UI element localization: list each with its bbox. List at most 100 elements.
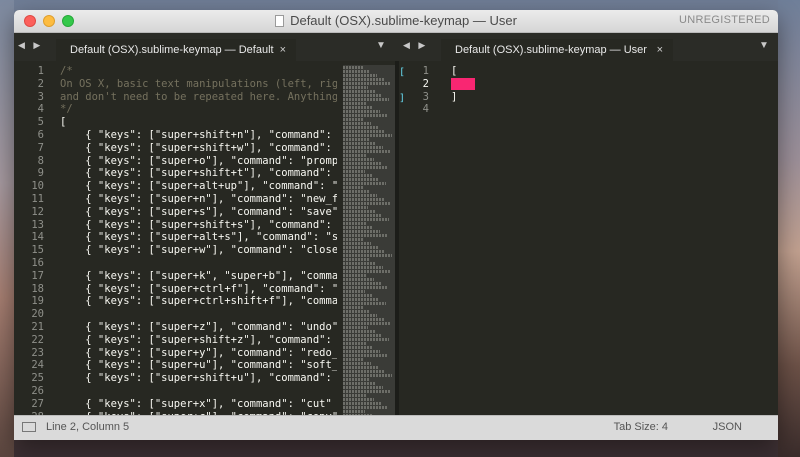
minimap-line [343, 386, 383, 389]
minimap-line [343, 278, 374, 281]
code-view[interactable]: [] [451, 65, 740, 416]
minimap-line [343, 250, 385, 253]
minimap-line [343, 226, 373, 229]
minimap-line [343, 334, 382, 337]
line-number: 19 [31, 295, 44, 308]
panel-toggle-icon[interactable] [22, 422, 36, 432]
tab-default-keymap-label: Default (OSX).sublime-keymap — Default [70, 44, 274, 56]
unregistered-badge: UNREGISTERED [679, 14, 770, 26]
minimap-line [343, 286, 388, 289]
left-editor-pane[interactable]: 1 2 3 4 5 6 7 8 9 10 11 12 13 14 15 16 17 18 19 20 21 22 23 24 2… [14, 61, 395, 416]
right-editor-pane[interactable]: [ ] 1234 [] [399, 61, 778, 416]
tab-size-selector[interactable]: Tab Size: 4 [614, 421, 668, 433]
minimap-line [343, 370, 385, 373]
line-number: 8 [37, 154, 44, 167]
line-number: 20 [31, 308, 44, 321]
minimap-line [343, 78, 384, 81]
line-number-gutter: 1234 [405, 65, 437, 416]
line-number: 10 [31, 180, 44, 193]
minimap-line [343, 214, 382, 217]
minimap-line [343, 258, 369, 261]
code-line: { "keys": ["super+shift+n"], "command": … [85, 128, 332, 141]
tab-close-icon[interactable]: × [657, 39, 663, 61]
minimap-line [343, 382, 376, 385]
left-pane-tabs: ◀ ▶ Default (OSX).sublime-keymap — Defau… [14, 33, 395, 61]
minimap-line [343, 402, 381, 405]
line-number-gutter: 1 2 3 4 5 6 7 8 9 10 11 12 13 14 15 16 17 18 19 20 21 22 23 24 2… [14, 65, 52, 416]
code-line [451, 77, 740, 91]
window-title-text: Default (OSX).sublime-keymap — User [290, 13, 517, 28]
line-number: 25 [31, 372, 44, 385]
cursor-highlight [451, 77, 475, 90]
minimap-line [343, 398, 374, 401]
tab-nav-arrows-icon[interactable]: ◀ ▶ [403, 40, 428, 51]
minimap-line [343, 174, 372, 177]
minimap-line [343, 238, 364, 241]
minimap-line [343, 378, 369, 381]
line-number: 3 [422, 90, 429, 103]
minimap-line [343, 162, 381, 165]
minimap-line [343, 190, 370, 193]
line-number: 26 [31, 384, 44, 397]
minimap-line [343, 210, 375, 213]
code-view[interactable]: /* On OS X, basic text manipulations (lef… [60, 65, 337, 416]
code-line: [ [60, 116, 67, 129]
tab-nav-arrows-icon[interactable]: ◀ ▶ [18, 40, 43, 51]
minimap[interactable] [343, 65, 395, 416]
line-number: 23 [31, 346, 44, 359]
line-number: 11 [31, 192, 44, 205]
tab-close-icon[interactable]: × [280, 39, 286, 61]
editor-area: 1 2 3 4 5 6 7 8 9 10 11 12 13 14 15 16 17 18 19 20 21 22 23 24 2… [14, 61, 778, 416]
tab-user-keymap[interactable]: Default (OSX).sublime-keymap — User × [441, 39, 673, 61]
minimap-line [343, 354, 387, 357]
minimap-line [343, 126, 378, 129]
minimap-line [343, 186, 363, 189]
code-line: { "keys": ["super+u"], "command": "soft_… [85, 359, 337, 372]
tab-user-keymap-label: Default (OSX).sublime-keymap — User [455, 44, 647, 56]
code-line: { "keys": ["super+ctrl+shift+f"], "comma… [85, 295, 337, 308]
line-number: 7 [37, 141, 44, 154]
tab-bar: ◀ ▶ Default (OSX).sublime-keymap — Defau… [14, 33, 778, 61]
minimap-line [343, 342, 366, 345]
code-line: [ [451, 65, 458, 77]
minimap-line [343, 198, 384, 201]
line-number: 2 [37, 77, 44, 90]
line-number: 15 [31, 244, 44, 257]
code-line: { "keys": ["super+ctrl+f"], "command": "… [85, 282, 337, 295]
minimap-line [343, 318, 384, 321]
line-number: 21 [31, 320, 44, 333]
minimap-line [343, 366, 378, 369]
code-line: { "keys": ["super+s"], "command": "save"… [60, 205, 337, 218]
code-line: { "keys": ["super+alt+up"], "command": "… [85, 180, 337, 193]
minimap-line [343, 330, 375, 333]
minimap-line [343, 90, 375, 93]
code-line: and don't need to be repeated here. Anyt… [60, 90, 337, 103]
minimap-line [343, 142, 376, 145]
minimap-line [343, 178, 379, 181]
tab-dropdown-icon[interactable]: ▼ [376, 40, 386, 51]
minimap-line [343, 362, 371, 365]
tab-dropdown-icon[interactable]: ▼ [759, 40, 769, 51]
minimap-line [343, 150, 390, 153]
line-number: 4 [422, 103, 429, 116]
code-line: ] [451, 90, 458, 103]
minimap-line [343, 374, 392, 377]
minimap-line [343, 166, 388, 169]
line-number: 4 [37, 103, 44, 116]
minimap-line [343, 154, 367, 157]
minimap-line [343, 82, 391, 85]
tab-default-keymap[interactable]: Default (OSX).sublime-keymap — Default × [56, 39, 296, 61]
code-line: { "keys": ["super+shift+t"], "command": … [85, 167, 332, 180]
minimap[interactable] [746, 65, 778, 416]
minimap-line [343, 338, 389, 341]
title-bar[interactable]: Default (OSX).sublime-keymap — User UNRE… [14, 10, 778, 33]
minimap-line [343, 206, 368, 209]
minimap-line [343, 390, 390, 393]
minimap-line [343, 86, 368, 89]
minimap-line [343, 270, 390, 273]
code-line: { "keys": ["super+alt+s"], "command": "s… [85, 231, 337, 244]
syntax-selector[interactable]: JSON [713, 421, 742, 433]
sublime-window: Default (OSX).sublime-keymap — User UNRE… [14, 10, 778, 440]
